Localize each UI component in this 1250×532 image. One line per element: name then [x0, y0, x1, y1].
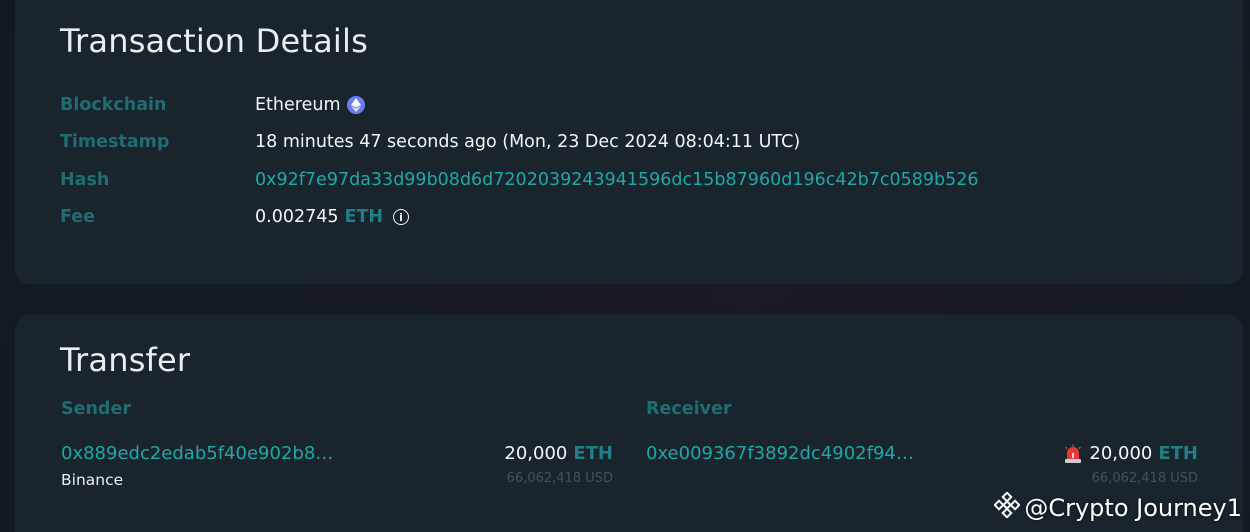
blockchain-label: Blockchain: [60, 95, 167, 115]
alert-siren-icon: [1063, 444, 1083, 464]
binance-logo-icon: [993, 491, 1022, 524]
watermark: @Crypto Journey1: [993, 491, 1242, 524]
sender-amount-value: 20,000: [504, 443, 568, 464]
blockchain-value: Ethereum: [255, 95, 365, 115]
receiver-amount-value: 20,000: [1089, 443, 1153, 464]
receiver-amount-unit: ETH: [1158, 443, 1198, 464]
receiver-amount: 20,000 ETH: [1063, 443, 1198, 464]
watermark-text: @Crypto Journey1: [1024, 494, 1242, 522]
fee-unit: ETH: [344, 207, 384, 227]
sender-entity: Binance: [61, 471, 124, 489]
receiver-usd-value: 66,062,418 USD: [1091, 471, 1198, 486]
timestamp-row: Timestamp 18 minutes 47 seconds ago (Mon…: [60, 130, 800, 154]
sender-address-link[interactable]: 0x889edc2edab5f40e902b8…: [61, 443, 333, 464]
transaction-details-title: Transaction Details: [60, 22, 368, 60]
hash-link[interactable]: 0x92f7e97da33d99b08d6d7202039243941596dc…: [255, 170, 979, 190]
sender-usd-value: 66,062,418 USD: [506, 471, 613, 486]
receiver-heading: Receiver: [646, 399, 732, 419]
info-icon[interactable]: i: [393, 209, 410, 225]
timestamp-value: 18 minutes 47 seconds ago (Mon, 23 Dec 2…: [255, 132, 801, 152]
transfer-title: Transfer: [60, 341, 191, 379]
transaction-details-card: Transaction Details Blockchain Ethereum …: [15, 0, 1243, 284]
receiver-address-link[interactable]: 0xe009367f3892dc4902f94…: [646, 443, 914, 464]
fee-label: Fee: [60, 207, 95, 227]
blockchain-name: Ethereum: [255, 95, 341, 115]
fee-value: 0.002745 ETH i: [255, 207, 410, 227]
sender-heading: Sender: [61, 399, 131, 419]
blockchain-row: Blockchain Ethereum: [60, 93, 365, 117]
hash-label: Hash: [60, 170, 110, 190]
ethereum-icon: [346, 96, 365, 114]
fee-amount: 0.002745: [255, 207, 339, 227]
timestamp-label: Timestamp: [60, 132, 170, 152]
sender-amount-unit: ETH: [573, 443, 613, 464]
hash-row: Hash 0x92f7e97da33d99b08d6d7202039243941…: [60, 168, 979, 192]
fee-row: Fee 0.002745 ETH i: [60, 205, 410, 229]
sender-amount: 20,000 ETH: [504, 443, 613, 464]
